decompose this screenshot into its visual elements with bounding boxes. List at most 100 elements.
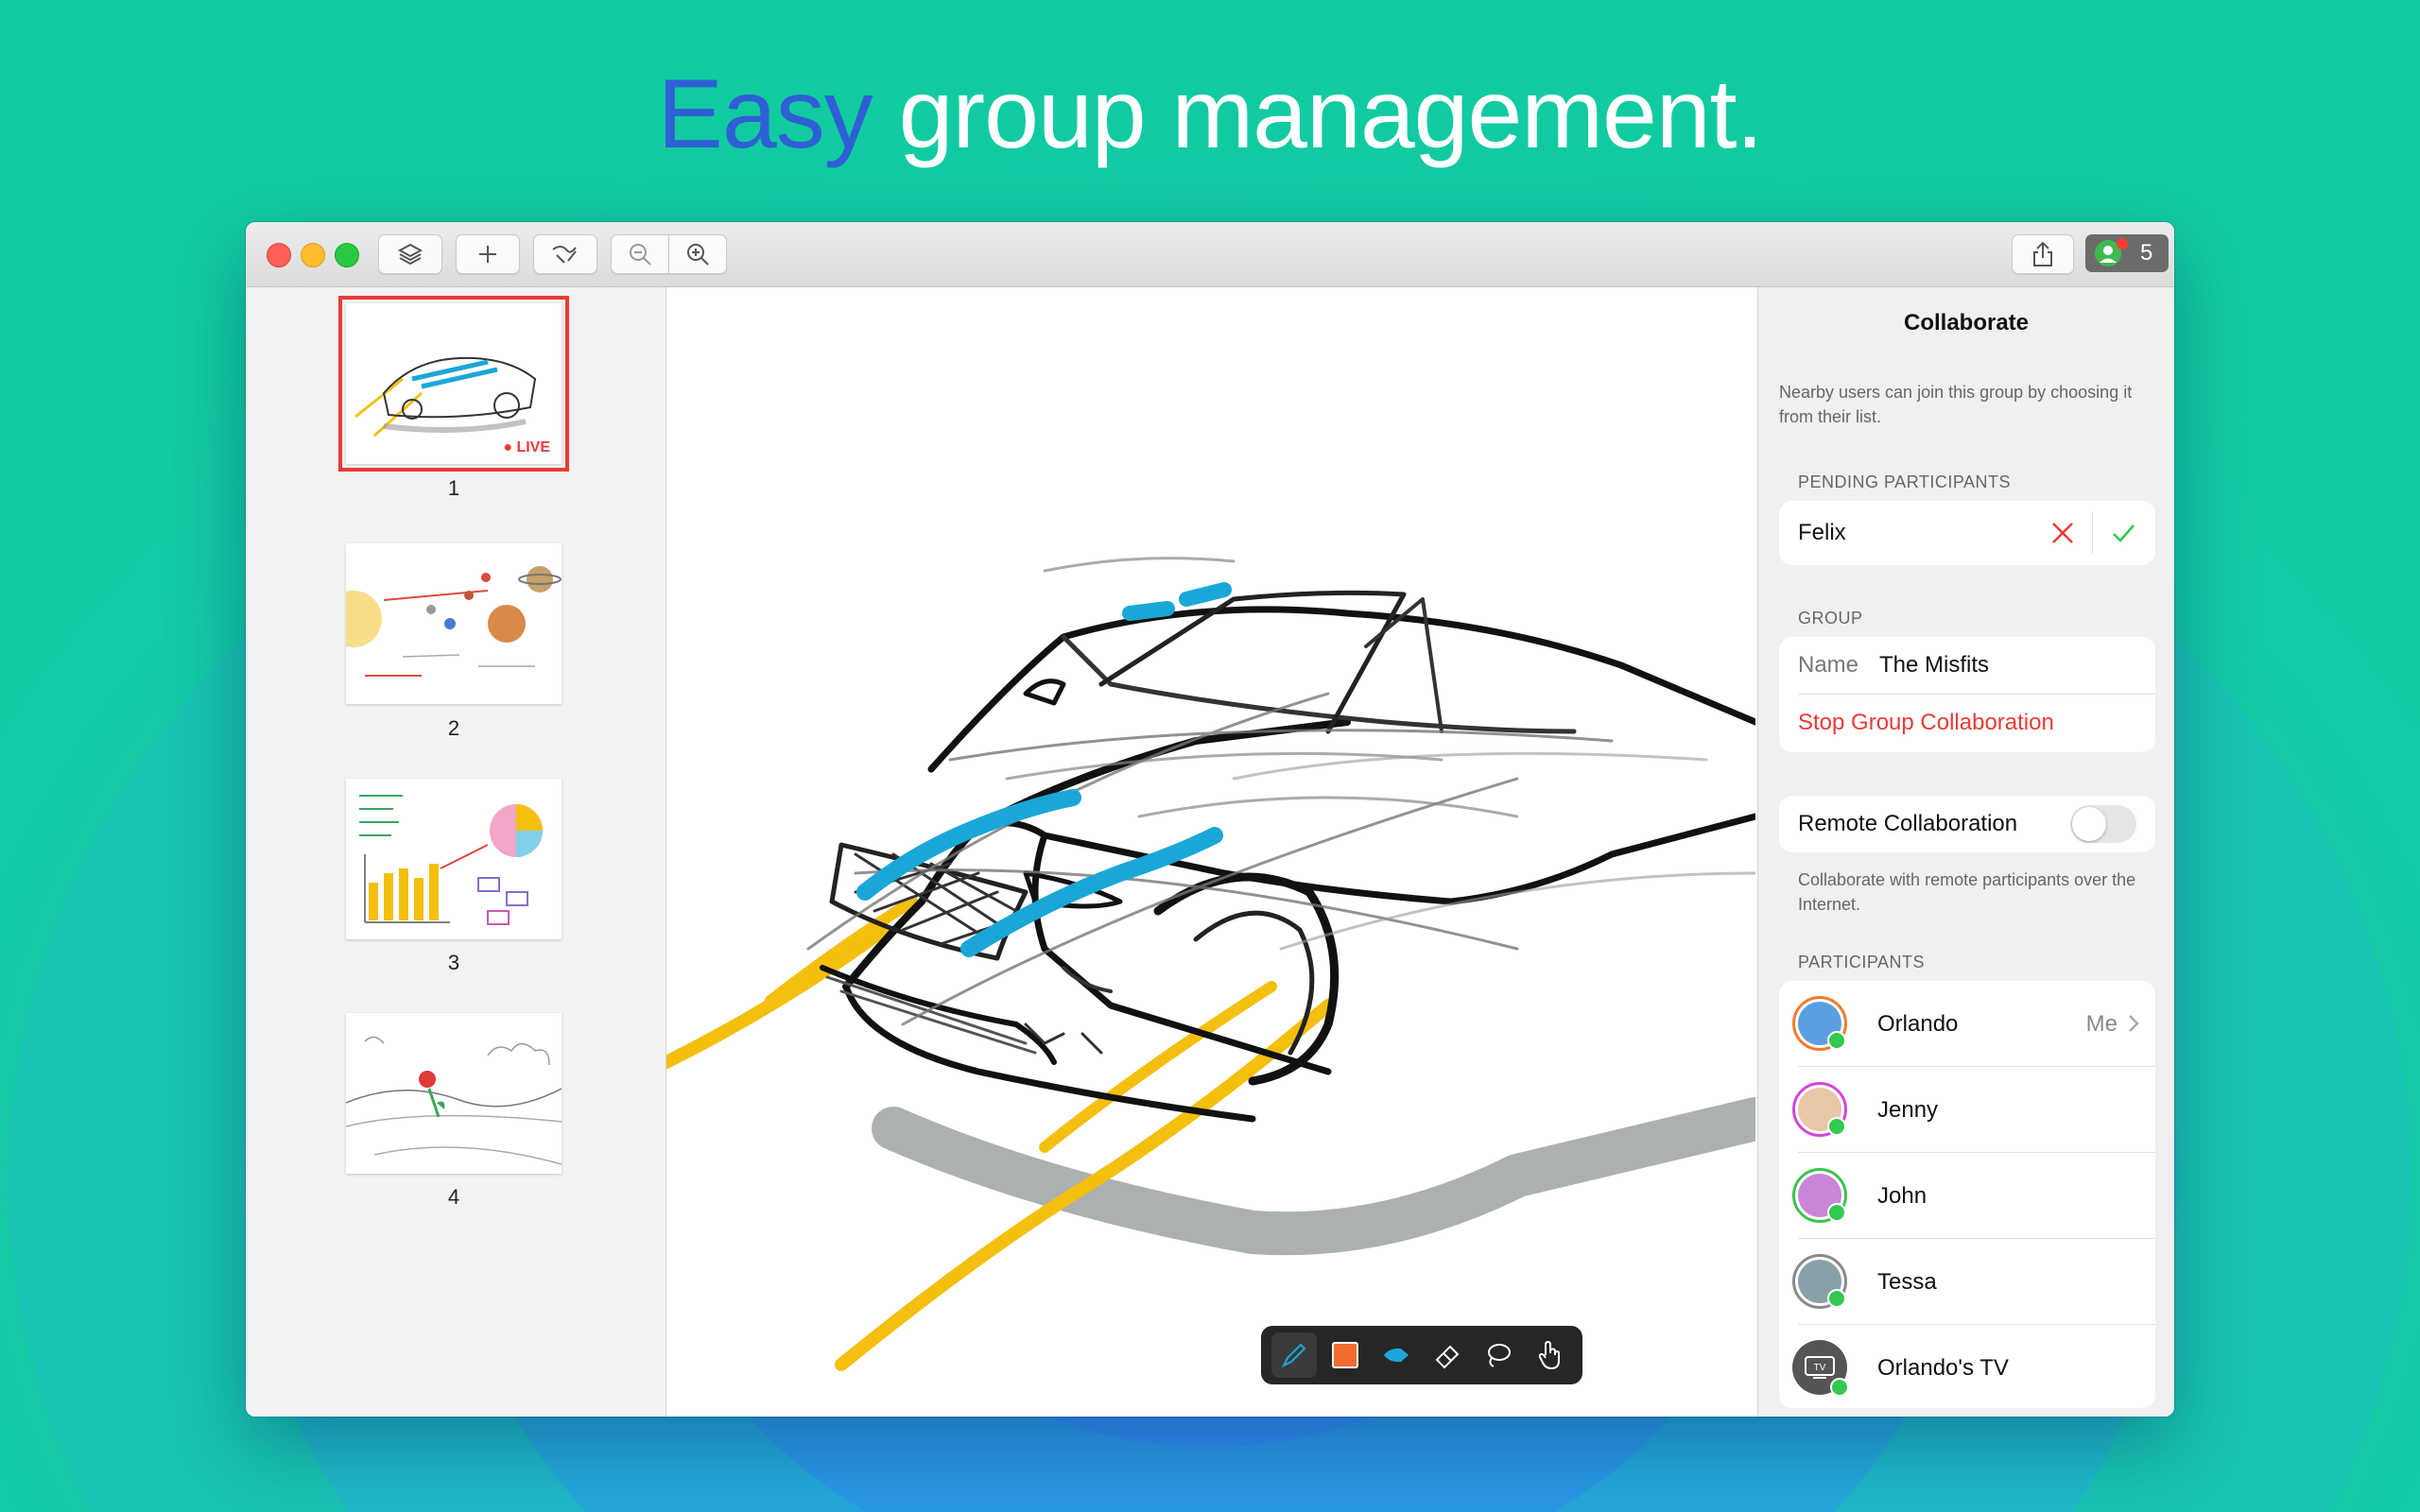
live-badge: ● LIVE [503, 439, 550, 455]
marker-icon [1384, 1348, 1409, 1363]
pending-section-label: PENDING PARTICIPANTS [1798, 472, 2012, 491]
zoom-in-icon [687, 244, 709, 266]
participant-row[interactable]: Orlando Me [1779, 981, 2155, 1066]
pen-icon [1281, 1343, 1306, 1368]
remote-description: Collaborate with remote participants ove… [1798, 870, 2136, 914]
drawing-canvas[interactable] [666, 287, 1755, 1417]
add-page-button[interactable] [456, 234, 520, 274]
hand-icon [1538, 1340, 1560, 1370]
group-name-value[interactable]: The Misfits [1879, 652, 1989, 679]
online-indicator [1827, 1031, 1846, 1050]
lasso-icon [1488, 1344, 1511, 1367]
participant-name: Orlando [1877, 1011, 1959, 1037]
stop-collaboration-button[interactable]: Stop Group Collaboration [1779, 695, 2155, 751]
collaborate-panel: Collaborate Nearby users can join this g… [1757, 287, 2174, 1417]
draw-mode-button[interactable] [533, 234, 597, 274]
online-indicator [1827, 1117, 1846, 1136]
toggle-knob [2072, 807, 2106, 841]
zoom-out-icon [630, 244, 651, 266]
participants-button[interactable]: 5 [2085, 234, 2169, 272]
participant-name: Tessa [1877, 1269, 1937, 1295]
landscape-sketch-thumbnail [345, 1036, 562, 1165]
car-sketch [666, 557, 1755, 1371]
titlebar: 5 [246, 222, 2174, 287]
scribble-icon [552, 246, 577, 264]
share-button[interactable] [2012, 234, 2074, 274]
pages-sidebar: ● LIVE 1 2 3 4 [246, 287, 666, 1417]
remote-label: Remote Collaboration [1798, 811, 2018, 836]
page-thumbnail-1[interactable]: ● LIVE [338, 296, 569, 472]
participant-row[interactable]: TV Orlando's TV [1779, 1325, 2155, 1408]
online-indicator [1827, 1203, 1846, 1222]
avatar [1792, 1082, 1847, 1137]
lasso-tool[interactable] [1476, 1332, 1521, 1378]
zoom-window-button[interactable] [335, 243, 359, 267]
drawing-toolbar [1261, 1326, 1582, 1384]
close-icon [2052, 523, 2073, 543]
svg-text:TV: TV [1814, 1363, 1826, 1373]
marker-tool[interactable] [1374, 1332, 1419, 1378]
me-label: Me [2085, 1011, 2118, 1037]
remote-collaboration-toggle[interactable] [2070, 805, 2136, 843]
pen-tool[interactable] [1271, 1332, 1317, 1378]
pending-name: Felix [1798, 520, 1846, 545]
live-badge-text: LIVE [516, 439, 550, 455]
participant-count: 5 [2140, 240, 2153, 266]
avatar [1792, 1168, 1847, 1223]
zoom-in-button[interactable] [669, 234, 727, 274]
participant-name: Jenny [1877, 1097, 1939, 1123]
group-name-label: Name [1798, 652, 1859, 678]
participants-card: Orlando Me Jenny John Tessa TV Orlando's… [1779, 981, 2155, 1408]
group-section-label: GROUP [1798, 609, 1863, 627]
color-picker[interactable] [1322, 1332, 1368, 1378]
eraser-tool[interactable] [1425, 1332, 1470, 1378]
avatar [1792, 1254, 1847, 1309]
participants-section-label: PARTICIPANTS [1798, 953, 1926, 971]
participant-name: John [1877, 1183, 1927, 1209]
group-name-row[interactable]: Name The Misfits [1779, 637, 2155, 694]
close-window-button[interactable] [267, 243, 291, 267]
participant-name: Orlando's TV [1877, 1355, 2009, 1381]
page-thumbnail-4[interactable] [345, 1013, 562, 1174]
chart-sketch-thumbnail [359, 795, 543, 925]
chevron-right-icon [2129, 1015, 2139, 1032]
page-thumbnail-3[interactable] [346, 779, 562, 939]
headline-accent: Easy [657, 60, 873, 169]
decline-button[interactable] [2048, 518, 2078, 548]
plus-icon [479, 246, 496, 263]
headline: Easy group management. [0, 59, 2420, 171]
page-number: 3 [447, 951, 460, 974]
online-indicator [1830, 1378, 1849, 1397]
accept-button[interactable] [2108, 518, 2138, 548]
layers-button[interactable] [378, 234, 442, 274]
minimize-window-button[interactable] [301, 243, 325, 267]
page-number: 2 [447, 716, 460, 740]
zoom-controls [611, 234, 727, 274]
button-divider [2092, 512, 2093, 554]
panel-description: Nearby users can join this group by choo… [1779, 383, 2133, 426]
page-thumbnail-2[interactable] [325, 543, 562, 704]
hand-tool[interactable] [1527, 1332, 1572, 1378]
pending-row: Felix [1779, 501, 2155, 565]
group-card: Name The Misfits Stop Group Collaboratio… [1779, 637, 2155, 752]
participant-row[interactable]: Tessa [1779, 1239, 2155, 1324]
app-window: 5 ● LIVE 1 2 3 4 Collaborate Nearby user… [246, 222, 2174, 1417]
layers-icon [397, 243, 424, 266]
pending-card: Felix [1779, 501, 2155, 565]
solar-system-sketch-thumbnail [325, 566, 562, 677]
participant-row[interactable]: Jenny [1779, 1067, 2155, 1152]
panel-title: Collaborate [1903, 310, 2030, 335]
zoom-out-button[interactable] [611, 234, 669, 274]
headline-rest: group management. [898, 60, 1764, 169]
stop-collaboration-label: Stop Group Collaboration [1798, 710, 2054, 735]
tv-icon: TV [1805, 1356, 1835, 1379]
group-icon [2095, 238, 2128, 266]
eraser-icon [1435, 1345, 1460, 1369]
online-indicator [1827, 1289, 1846, 1308]
color-swatch [1332, 1342, 1358, 1368]
avatar: TV [1792, 1340, 1849, 1397]
avatar [1792, 996, 1847, 1051]
remote-card: Remote Collaboration [1779, 796, 2155, 852]
participant-row[interactable]: John [1779, 1153, 2155, 1238]
checkmark-icon [2113, 524, 2135, 542]
